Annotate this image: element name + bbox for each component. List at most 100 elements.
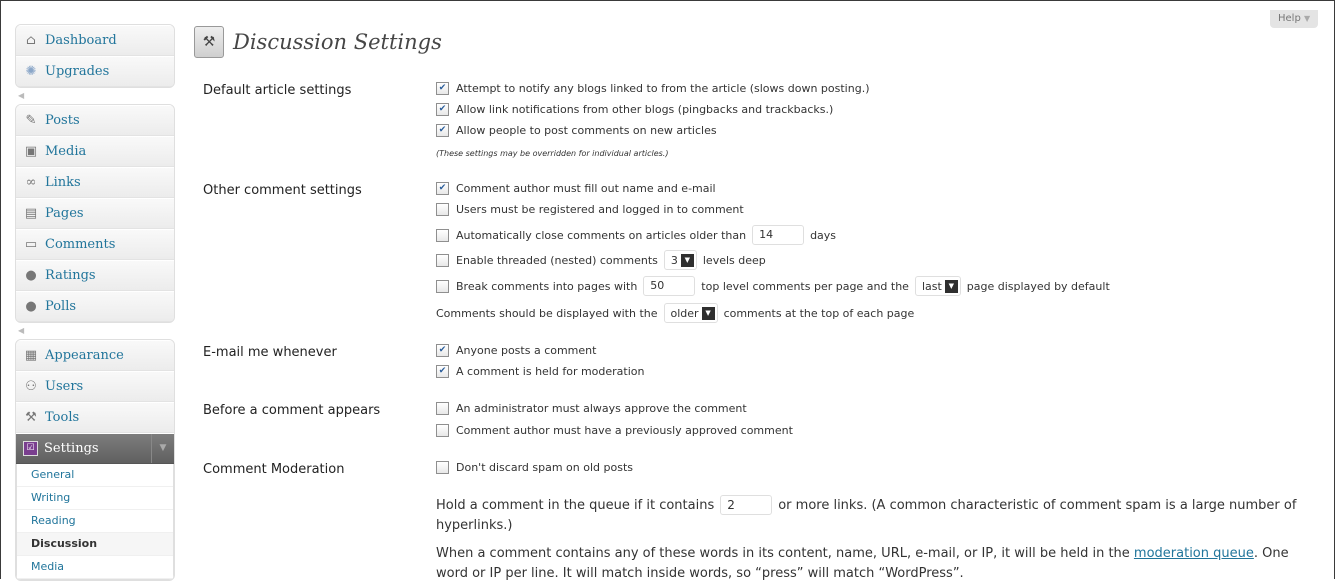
option-text: Comment author must have a previously ap… <box>456 424 793 437</box>
menu-label: Upgrades <box>45 64 110 79</box>
submenu-general[interactable]: General <box>17 464 173 487</box>
option-text: levels deep <box>702 253 766 267</box>
checkbox-unchecked-icon[interactable] <box>436 424 449 437</box>
collapse-arrow-icon: ◀ <box>18 326 25 335</box>
option-email-any-comment[interactable]: ✔ Anyone posts a comment <box>436 344 596 357</box>
close-days-input[interactable]: 14 <box>752 225 805 245</box>
option-require-name-email[interactable]: ✔ Comment author must fill out name and e… <box>436 182 716 195</box>
checkbox-unchecked-icon[interactable] <box>436 203 449 216</box>
checkbox-checked-icon[interactable]: ✔ <box>436 365 449 378</box>
menu-item-settings[interactable]: ☑ Settings ▼ <box>16 433 174 464</box>
chevron-down-icon: ▼ <box>944 279 958 293</box>
checkbox-unchecked-icon[interactable] <box>436 253 449 267</box>
thread-depth-select[interactable]: 3 ▼ <box>663 250 697 270</box>
users-icon: ⚇ <box>25 379 37 394</box>
option-previously-approved[interactable]: Comment author must have a previously ap… <box>436 424 793 437</box>
menu-item-ratings[interactable]: ● Ratings <box>16 260 174 291</box>
moderation-words-paragraph: When a comment contains any of these wor… <box>436 544 1316 584</box>
option-email-moderation[interactable]: ✔ A comment is held for moderation <box>436 365 645 378</box>
menu-item-tools[interactable]: ⚒ Tools <box>16 402 174 433</box>
option-registration-required[interactable]: Users must be registered and logged in t… <box>436 203 744 216</box>
option-text: comments at the top of each page <box>723 306 915 320</box>
chevron-down-icon: ▼ <box>680 253 694 267</box>
chevron-down-icon[interactable]: ▼ <box>151 434 174 463</box>
checkbox-checked-icon[interactable]: ✔ <box>436 103 449 116</box>
menu-item-upgrades[interactable]: ✺ Upgrades <box>16 56 174 87</box>
option-allow-pingbacks[interactable]: ✔ Allow link notifications from other blo… <box>436 103 833 116</box>
admin-sidebar: ⌂ Dashboard ✺ Upgrades ◀ ✎ Posts ▣ Media ∞ Li… <box>15 24 175 581</box>
checkbox-unchecked-icon[interactable] <box>436 461 449 474</box>
option-allow-comments[interactable]: ✔ Allow people to post comments on new ar… <box>436 124 717 137</box>
default-page-select[interactable]: last ▼ <box>914 276 961 296</box>
option-text: Attempt to notify any blogs linked to fr… <box>456 82 870 95</box>
option-text: Allow people to post comments on new art… <box>456 124 717 137</box>
checkbox-unchecked-icon[interactable] <box>436 402 449 415</box>
menu-label: Dashboard <box>45 33 117 48</box>
menu-item-links[interactable]: ∞ Links <box>16 167 174 198</box>
checkbox-unchecked-icon[interactable] <box>436 228 449 242</box>
option-comment-order: Comments should be displayed with the old… <box>436 303 914 323</box>
option-text: A comment is held for moderation <box>456 365 645 378</box>
option-threaded: Enable threaded (nested) comments 3 ▼ level… <box>436 250 766 270</box>
checkbox-unchecked-icon[interactable] <box>436 279 449 293</box>
menu-separator[interactable]: ◀ <box>15 88 175 104</box>
option-admin-approve[interactable]: An administrator must always approve the… <box>436 402 747 415</box>
option-text: Anyone posts a comment <box>456 344 597 357</box>
section-label-other-comment: Other comment settings <box>203 183 362 198</box>
section-label-email: E-mail me whenever <box>203 345 337 360</box>
menu-item-users[interactable]: ⚇ Users <box>16 371 174 402</box>
menu-item-appearance[interactable]: ▦ Appearance <box>16 340 174 371</box>
menu-label: Pages <box>45 206 84 221</box>
settings-tools-icon: ⚒ <box>194 26 224 58</box>
collapse-arrow-icon: ◀ <box>18 91 25 100</box>
moderation-queue-link[interactable]: moderation queue <box>1134 546 1254 561</box>
submenu-reading[interactable]: Reading <box>17 510 173 533</box>
menu-item-comments[interactable]: ▭ Comments <box>16 229 174 260</box>
section-label-moderation: Comment Moderation <box>203 462 345 477</box>
menu-label: Posts <box>45 113 80 128</box>
menu-label: Polls <box>45 299 77 314</box>
page-title: Discussion Settings <box>233 30 442 54</box>
tools-icon: ⚒ <box>25 410 37 425</box>
checkbox-checked-icon[interactable]: ✔ <box>436 344 449 357</box>
pages-icon: ▤ <box>24 206 38 221</box>
menu-label: Comments <box>45 237 116 252</box>
option-text: Enable threaded (nested) comments <box>456 253 658 267</box>
checkbox-checked-icon[interactable]: ✔ <box>436 182 449 195</box>
option-keep-spam[interactable]: Don't discard spam on old posts <box>436 461 633 474</box>
circle-icon: ● <box>25 268 37 283</box>
option-paged: Break comments into pages with 50 top leve… <box>436 276 1110 296</box>
max-links-input[interactable]: 2 <box>720 495 773 515</box>
menu-item-pages[interactable]: ▤ Pages <box>16 198 174 229</box>
menu-group-dashboard: ⌂ Dashboard ✺ Upgrades <box>15 24 175 88</box>
help-label: Help <box>1278 13 1301 24</box>
comment-icon: ▭ <box>24 237 38 252</box>
link-icon: ∞ <box>25 175 37 190</box>
option-text: Break comments into pages with <box>456 279 638 293</box>
chevron-down-icon: ▼ <box>1304 14 1311 23</box>
chevron-down-icon: ▼ <box>701 306 715 320</box>
menu-separator[interactable]: ◀ <box>15 323 175 339</box>
submenu-media[interactable]: Media <box>17 556 173 579</box>
menu-item-media[interactable]: ▣ Media <box>16 136 174 167</box>
menu-item-dashboard[interactable]: ⌂ Dashboard <box>16 25 174 56</box>
menu-item-posts[interactable]: ✎ Posts <box>16 105 174 136</box>
submenu-writing[interactable]: Writing <box>17 487 173 510</box>
paragraph-text: When a comment contains any of these wor… <box>436 546 1130 561</box>
checkbox-checked-icon[interactable]: ✔ <box>436 82 449 95</box>
settings-icon: ☑ <box>23 441 38 456</box>
media-icon: ▣ <box>24 144 38 159</box>
option-notify-blogs[interactable]: ✔ Attempt to notify any blogs linked to f… <box>436 82 869 95</box>
help-button[interactable]: Help ▼ <box>1270 10 1319 28</box>
menu-label: Media <box>45 144 87 159</box>
upgrade-icon: ✺ <box>25 64 37 79</box>
submenu-discussion[interactable]: Discussion <box>17 533 173 556</box>
comment-order-select[interactable]: older ▼ <box>663 303 718 323</box>
menu-label: Ratings <box>45 268 96 283</box>
option-text: An administrator must always approve the… <box>456 402 747 415</box>
menu-label: Tools <box>45 410 80 425</box>
menu-item-polls[interactable]: ● Polls <box>16 291 174 322</box>
checkbox-checked-icon[interactable]: ✔ <box>436 124 449 137</box>
comments-per-page-input[interactable]: 50 <box>643 276 696 296</box>
override-note: (These settings may be overridden for in… <box>436 149 669 158</box>
